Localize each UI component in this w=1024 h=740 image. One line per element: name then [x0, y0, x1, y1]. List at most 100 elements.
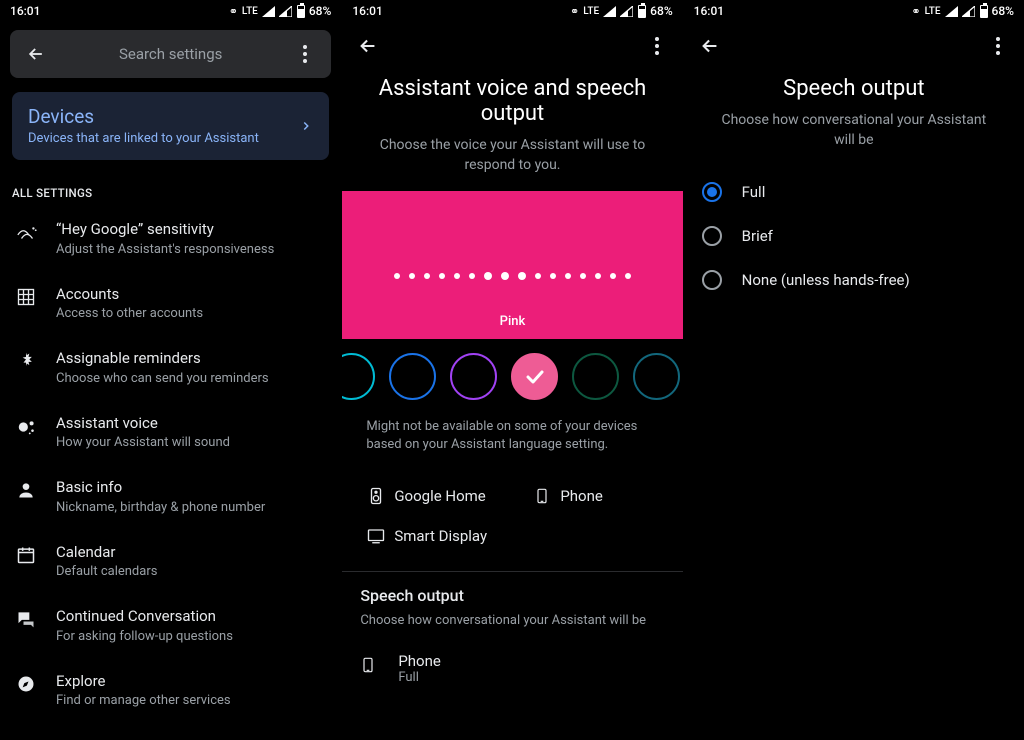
sensitivity-icon [16, 222, 38, 244]
check-icon [523, 365, 547, 389]
device-label: Smart Display [394, 527, 487, 545]
signal-icon [262, 6, 275, 17]
calendar-icon [16, 545, 36, 565]
settings-item-voice[interactable]: Assistant voiceHow your Assistant will s… [0, 400, 341, 465]
settings-item-explore[interactable]: ExploreFind or manage other services [0, 658, 341, 723]
phone-icon [534, 485, 550, 507]
panel-assistant-voice: 16:01 ⚭ LTE 68% Assistant voice and spee… [341, 0, 682, 740]
settings-item-title: Basic info [56, 478, 329, 498]
color-option-blue[interactable] [389, 353, 436, 400]
settings-item-subtitle: Nickname, birthday & phone number [56, 500, 329, 515]
status-time: 16:01 [10, 4, 229, 18]
person-icon [16, 480, 36, 500]
settings-item-title: Continued Conversation [56, 607, 329, 627]
radio-option-none[interactable]: None (unless hands-free) [690, 258, 1018, 302]
device-label: Phone [398, 652, 441, 670]
battery-icon [297, 5, 305, 18]
radio-icon [702, 226, 722, 246]
device-smart-display[interactable]: Smart Display [354, 517, 504, 555]
settings-item-title: Accounts [56, 285, 329, 305]
status-bar: 16:01 ⚭ LTE 68% [0, 0, 341, 22]
speaker-icon [367, 485, 385, 507]
network-lte: LTE [925, 6, 941, 17]
vpn-icon: ⚭ [229, 5, 238, 18]
settings-item-calendar[interactable]: CalendarDefault calendars [0, 529, 341, 594]
vpn-icon: ⚭ [570, 5, 579, 18]
device-phone[interactable]: Phone [520, 475, 670, 517]
signal-icon [603, 6, 616, 17]
chat-icon [16, 609, 36, 629]
back-button[interactable] [348, 26, 388, 66]
signal-icon [945, 6, 958, 17]
more-button[interactable] [285, 34, 325, 74]
panel-assistant-settings: 16:01 ⚭ LTE 68% Search settings Devices … [0, 0, 341, 740]
device-google-home[interactable]: Google Home [354, 475, 504, 517]
speech-output-desc: Choose how conversational your Assistant… [342, 609, 682, 642]
settings-item-title: Assistant voice [56, 414, 329, 434]
speech-output-heading: Speech output [342, 571, 682, 609]
devices-card[interactable]: Devices Devices that are linked to your … [12, 92, 329, 160]
settings-item-title: Explore [56, 672, 329, 692]
status-bar: 16:01 ⚭ LTE 68% [684, 0, 1024, 22]
reminders-icon [16, 351, 36, 371]
accounts-icon [16, 287, 36, 307]
settings-item-subtitle: Access to other accounts [56, 306, 329, 321]
all-settings-label: ALL SETTINGS [12, 186, 341, 200]
app-bar [684, 22, 1024, 70]
settings-item-accounts[interactable]: AccountsAccess to other accounts [0, 271, 341, 336]
radio-label: None (unless hands-free) [742, 271, 910, 289]
settings-item-reminders[interactable]: Assignable reminders Choose who can send … [0, 335, 341, 400]
more-button[interactable] [637, 26, 677, 66]
status-time: 16:01 [694, 4, 912, 18]
back-icon[interactable] [16, 34, 56, 74]
color-option-purple[interactable] [450, 353, 497, 400]
radio-icon [702, 182, 722, 202]
page-subtitle: Choose the voice your Assistant will use… [342, 130, 682, 191]
battery-icon [980, 5, 988, 18]
search-bar[interactable]: Search settings [10, 30, 331, 78]
more-button[interactable] [978, 26, 1018, 66]
settings-item-subtitle: Adjust the Assistant's responsiveness [56, 242, 329, 257]
battery-pct: 68% [309, 4, 331, 18]
settings-item-subtitle: Find or manage other services [56, 693, 329, 708]
settings-item-continued[interactable]: Continued Conversation For asking follow-… [0, 593, 341, 658]
signal-icon-2 [620, 6, 633, 17]
device-grid: Google Home Phone Smart Display [342, 471, 682, 571]
settings-item-sensitivity[interactable]: “Hey Google” sensitivityAdjust the Assis… [0, 206, 341, 271]
settings-item-basic-info[interactable]: Basic info Nickname, birthday & phone num… [0, 464, 341, 529]
signal-icon-2 [279, 6, 292, 17]
voice-preview[interactable]: Pink [342, 191, 682, 339]
search-placeholder: Search settings [56, 45, 285, 63]
radio-label: Full [742, 183, 766, 201]
explore-icon [16, 674, 36, 694]
vpn-icon: ⚭ [911, 5, 920, 18]
device-label: Phone [560, 487, 603, 505]
phone-icon [360, 654, 376, 676]
settings-item-subtitle: For asking follow-up questions [56, 629, 329, 644]
page-subtitle: Choose how conversational your Assistant… [684, 105, 1024, 166]
radio-option-full[interactable]: Full [690, 170, 1018, 214]
color-option-cyan[interactable] [341, 353, 375, 400]
page-title: Assistant voice and speech output [342, 70, 682, 130]
color-option-pink[interactable] [511, 353, 558, 400]
radio-option-brief[interactable]: Brief [690, 214, 1018, 258]
status-time: 16:01 [352, 4, 570, 18]
voice-footnote: Might not be available on some of your d… [342, 418, 682, 470]
settings-item-subtitle: Choose who can send you reminders [56, 371, 329, 386]
assistant-icon [16, 416, 38, 438]
radio-icon [702, 270, 722, 290]
status-bar: 16:01 ⚭ LTE 68% [342, 0, 682, 22]
settings-item-subtitle: How your Assistant will sound [56, 435, 329, 450]
network-lte: LTE [583, 6, 599, 17]
display-icon [365, 527, 387, 545]
devices-card-subtitle: Devices that are linked to your Assistan… [28, 131, 313, 146]
app-bar [342, 22, 682, 70]
speech-output-phone[interactable]: PhoneFull [342, 642, 682, 695]
color-option-green[interactable] [572, 353, 619, 400]
back-button[interactable] [690, 26, 730, 66]
panel-speech-output: 16:01 ⚭ LTE 68% Speech output Choose how… [683, 0, 1024, 740]
device-value: Full [398, 670, 441, 685]
settings-item-title: Assignable reminders [56, 349, 329, 369]
color-option-teal[interactable] [633, 353, 680, 400]
voice-color-row[interactable] [341, 339, 682, 418]
